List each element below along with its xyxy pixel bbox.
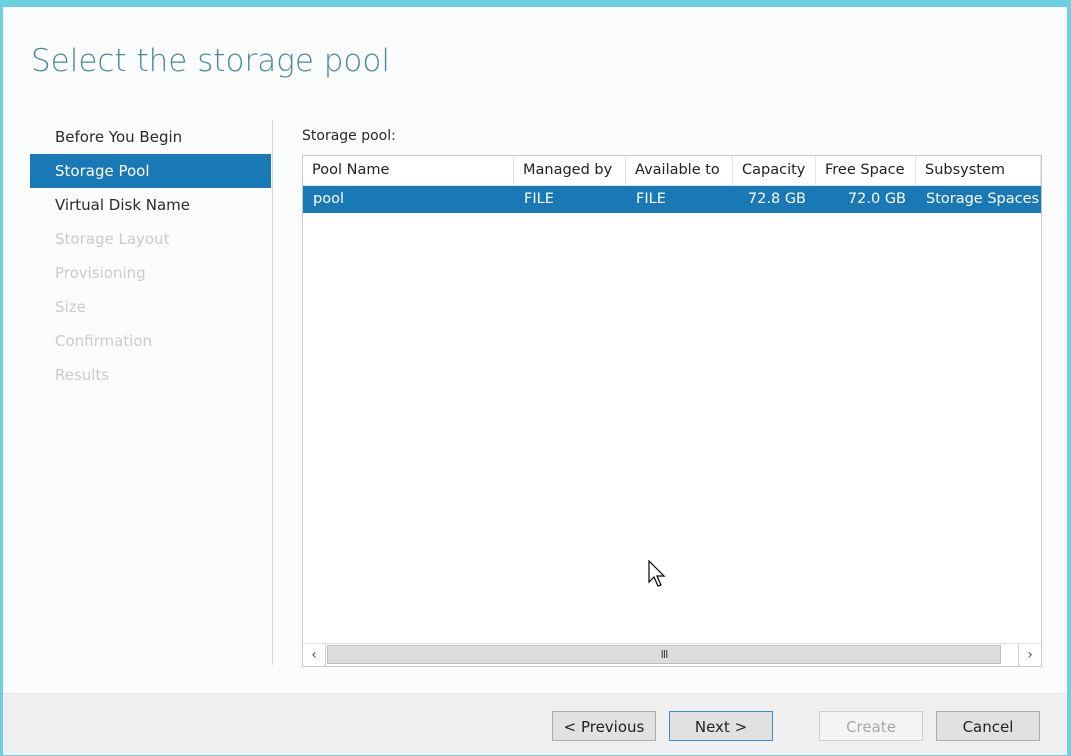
- column-header-free-space[interactable]: Free Space: [816, 156, 916, 185]
- storage-pool-label: Storage pool:: [302, 128, 396, 144]
- cell-pool-name: pool: [313, 191, 344, 207]
- page-title: Select the storage pool: [31, 43, 390, 79]
- column-header-available-to[interactable]: Available to: [626, 156, 733, 185]
- cell-free-space: 72.0 GB: [847, 191, 906, 207]
- nav-step-storage-layout: Storage Layout: [55, 230, 170, 248]
- nav-step-results: Results: [55, 366, 110, 384]
- cell-managed-by: FILE: [524, 191, 554, 207]
- nav-step-storage-pool[interactable]: Storage Pool: [30, 154, 271, 188]
- scrollbar-thumb[interactable]: III: [327, 645, 1001, 664]
- nav-step-provisioning: Provisioning: [55, 264, 146, 282]
- scroll-right-arrow-icon[interactable]: ›: [1018, 644, 1041, 666]
- nav-step-virtual-disk-name[interactable]: Virtual Disk Name: [30, 188, 271, 222]
- wizard-footer: < Previous Next > Create Cancel: [3, 693, 1067, 755]
- create-button: Create: [819, 711, 923, 741]
- previous-button[interactable]: < Previous: [552, 711, 656, 741]
- mouse-cursor-icon: [648, 560, 666, 587]
- column-header-subsystem[interactable]: Subsystem: [916, 156, 1041, 185]
- cell-available-to: FILE: [636, 191, 666, 207]
- nav-divider: [272, 120, 273, 665]
- scroll-left-arrow-icon[interactable]: ‹: [303, 644, 326, 666]
- nav-step-size: Size: [55, 298, 86, 316]
- horizontal-scrollbar[interactable]: ‹ III ›: [303, 643, 1041, 666]
- cell-subsystem: Storage Spaces: [926, 191, 1040, 207]
- cell-capacity: 72.8 GB: [747, 191, 806, 207]
- column-header-pool-name[interactable]: Pool Name: [303, 156, 514, 185]
- column-header-managed-by[interactable]: Managed by: [514, 156, 626, 185]
- nav-step-before-you-begin[interactable]: Before You Begin: [30, 120, 271, 154]
- column-header-capacity[interactable]: Capacity: [733, 156, 816, 185]
- table-header: Pool Name Managed by Available to Capaci…: [303, 156, 1041, 186]
- wizard-window: Select the storage pool Before You Begin…: [3, 7, 1067, 755]
- next-button[interactable]: Next >: [669, 711, 773, 741]
- wizard-steps-nav: Before You Begin Storage Pool Virtual Di…: [30, 120, 271, 392]
- storage-pool-table: Pool Name Managed by Available to Capaci…: [302, 155, 1042, 667]
- cancel-button[interactable]: Cancel: [936, 711, 1040, 741]
- nav-step-confirmation: Confirmation: [55, 332, 153, 350]
- table-row[interactable]: pool FILE FILE 72.8 GB 72.0 GB Storage S…: [303, 186, 1041, 213]
